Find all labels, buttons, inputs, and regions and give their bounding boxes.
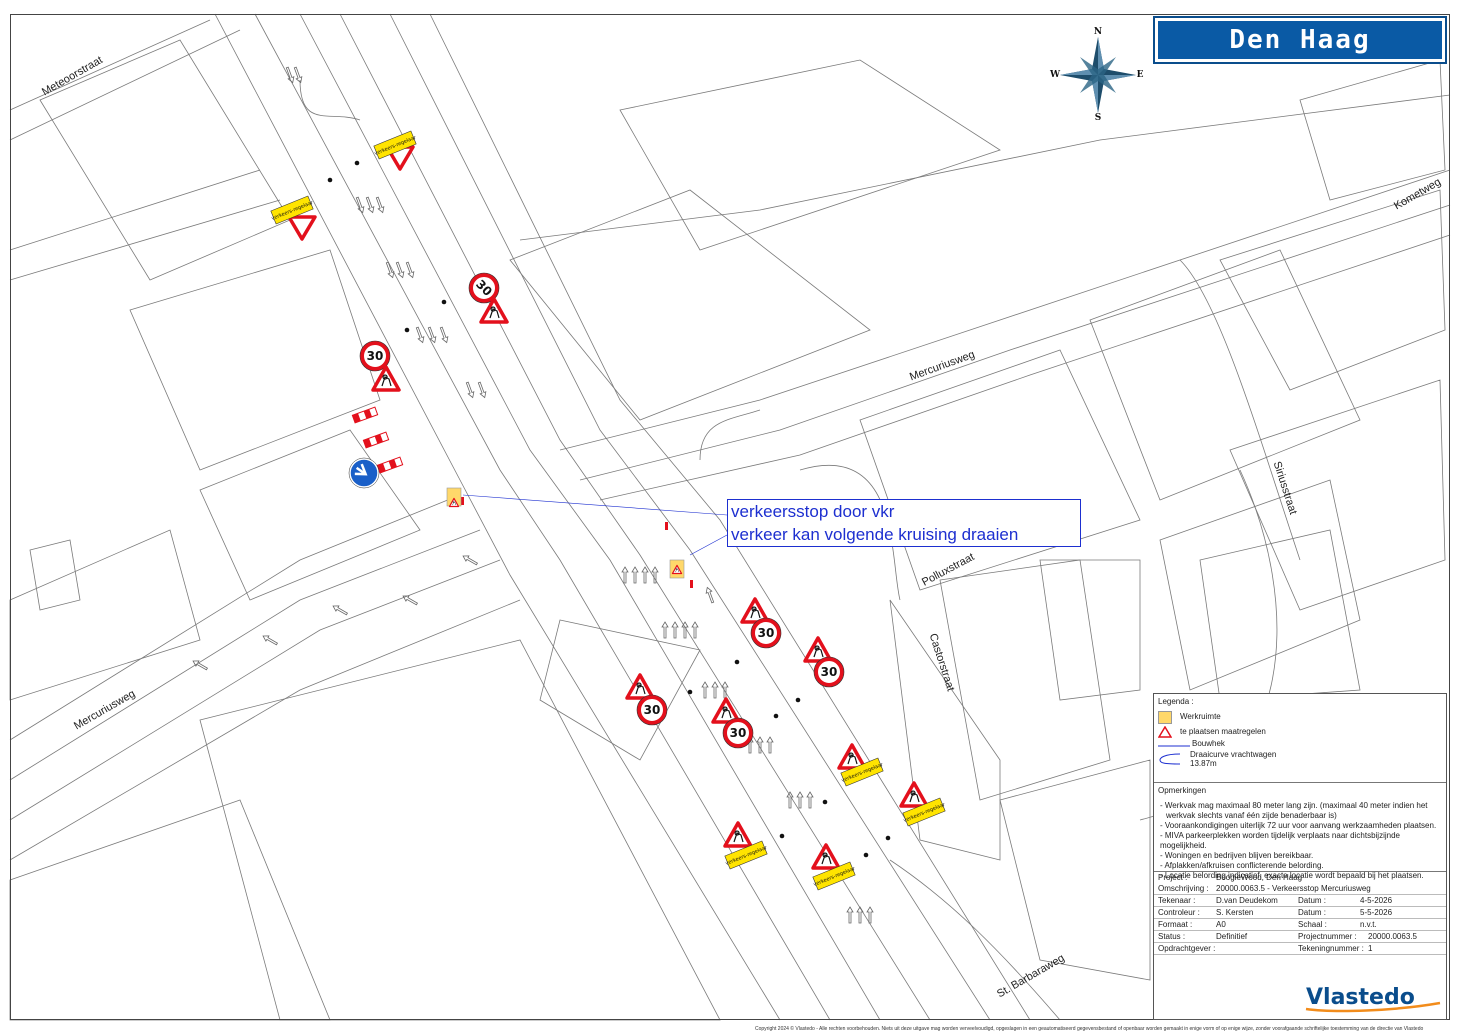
remark-item: - Vooraankondigingen uiterlijk 72 uur vo…	[1160, 821, 1437, 830]
work-zones	[446, 487, 685, 579]
remark-item: - Afplakken/afkruisen conflicterende bel…	[1160, 861, 1324, 870]
legend-item-label: Bouwhek	[1192, 739, 1225, 748]
speed-limit-label: 30	[367, 349, 384, 363]
remark-item: - Locatie belording indicatief, exacte l…	[1160, 871, 1424, 880]
legend-section: Legenda : Werkruimte te plaatsen maatreg…	[1154, 694, 1446, 783]
remark-item: - Woningen en bedrijven blijven bereikba…	[1160, 851, 1314, 860]
tekenaar-row: Tekenaar : D.van Deudekom Datum : 4-5-20…	[1154, 895, 1446, 907]
title-plate: Den Haag	[1153, 16, 1447, 64]
remark-item: - MIVA parkeerplekken worden tijdelijk v…	[1160, 831, 1400, 850]
legend-item: Bouwhek	[1154, 739, 1446, 750]
speed-limit-label: 30	[821, 665, 838, 679]
speed-limit-label: 30	[730, 726, 747, 740]
legend-panel: Legenda : Werkruimte te plaatsen maatreg…	[1153, 693, 1447, 1020]
copyright-notice: Copyright 2024 © Vlastedo - Alle rechten…	[755, 1026, 1424, 1032]
opdrachtgever-row: Opdrachtgever : Tekeningnummer : 1	[1154, 943, 1446, 955]
controleur-row: Controleur : S. Kersten Datum : 5-5-2026	[1154, 907, 1446, 919]
remark-item: werkvak slechts vanaf één zijde benaderb…	[1166, 811, 1337, 820]
compass-rose-icon	[1060, 37, 1136, 113]
legend-item-label: te plaatsen maatregelen	[1180, 727, 1266, 736]
legend-item-label: Draaicurve vrachtwagen	[1190, 750, 1277, 759]
status-row: Status : Definitief Projectnummer : 2000…	[1154, 931, 1446, 943]
remarks-list: - Werkvak mag maximaal 80 meter lang zij…	[1154, 798, 1446, 885]
keep-right-sign-icon	[348, 457, 380, 489]
compass-n: N	[1094, 27, 1102, 37]
compass-s: S	[1095, 113, 1102, 123]
lane-arrows	[191, 66, 874, 924]
barrier-boards	[351, 406, 693, 588]
legend-heading: Legenda :	[1158, 697, 1194, 706]
remarks-section: Opmerkingen - Werkvak mag maximaal 80 me…	[1154, 783, 1446, 880]
compass-e: E	[1137, 70, 1144, 80]
warning-sign-icon	[1158, 726, 1172, 738]
callout-note: verkeersstop door vkr verkeer kan volgen…	[727, 499, 1081, 547]
formaat-row: Formaat : A0 Schaal : n.v.t.	[1154, 919, 1446, 931]
remark-item: - Werkvak mag maximaal 80 meter lang zij…	[1160, 801, 1428, 810]
legend-item: 13.87m	[1154, 759, 1446, 769]
speed-limit-label: 30	[758, 626, 775, 640]
vlastedo-logo: Vlastedo	[1305, 985, 1441, 1013]
city-title: Den Haag	[1158, 21, 1442, 59]
legend-item: Werkruimte	[1154, 709, 1446, 724]
legend-item: Draaicurve vrachtwagen	[1154, 750, 1446, 765]
compass-w: W	[1049, 70, 1061, 80]
speed-limit-label: 30	[644, 703, 661, 717]
callout-line-1: verkeersstop door vkr	[731, 502, 895, 521]
legend-item-label: Werkruimte	[1180, 712, 1221, 721]
callout-leader	[462, 494, 728, 516]
legend-item: te plaatsen maatregelen	[1154, 724, 1446, 739]
logo-text: Vlastedo	[1306, 985, 1415, 1010]
work-area-swatch	[1158, 711, 1172, 724]
fence-line-icon	[1158, 745, 1190, 747]
legend-item-label: 13.87m	[1190, 759, 1217, 768]
callout-line-2: verkeer kan volgende kruising draaien	[731, 525, 1019, 544]
remarks-heading: Opmerkingen	[1158, 786, 1207, 795]
